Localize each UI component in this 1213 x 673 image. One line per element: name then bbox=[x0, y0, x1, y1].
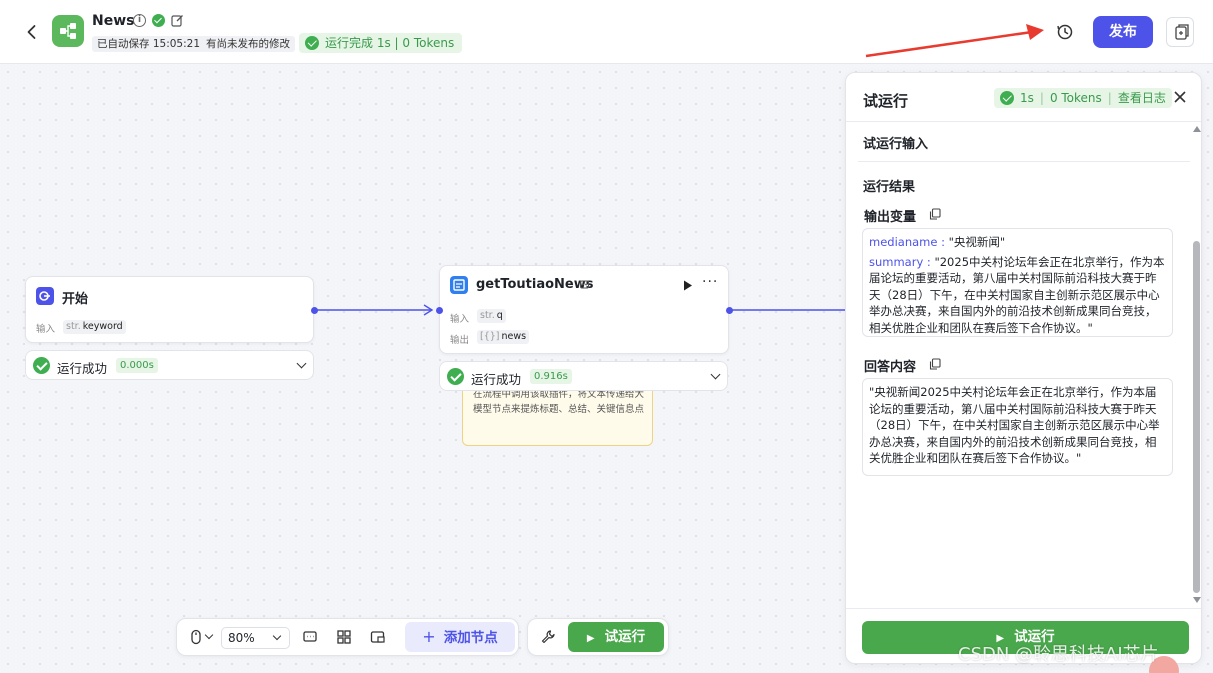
plugin-status-text: 运行成功 bbox=[471, 372, 522, 387]
layout-icon[interactable] bbox=[336, 629, 352, 645]
copy-icon[interactable] bbox=[929, 208, 941, 220]
minimap-icon[interactable] bbox=[370, 629, 386, 645]
var-key: medianame : bbox=[869, 235, 945, 249]
status-time: 1s bbox=[1020, 91, 1034, 105]
start-node[interactable]: 开始 输入 str. keyword bbox=[25, 276, 314, 343]
status-tokens: 0 Tokens bbox=[1049, 91, 1102, 105]
output-vars-box: medianame : "央视新闻" summary : "2025中关村论坛年… bbox=[862, 228, 1173, 337]
start-status-bar[interactable]: 运行成功 0.000s bbox=[25, 350, 314, 380]
plugin-badge-icon bbox=[579, 280, 590, 289]
chevron-down-icon bbox=[272, 631, 282, 641]
start-icon bbox=[36, 287, 54, 305]
chevron-down-icon[interactable] bbox=[204, 630, 214, 640]
answer-box: "央视新闻2025中关村论坛年会正在北京举行，作为本届论坛的重要活动，第八届中关… bbox=[862, 378, 1173, 476]
result-section-title: 运行结果 bbox=[863, 180, 916, 195]
zoom-value: 80% bbox=[228, 631, 255, 645]
watermark: CSDN @聆思科技AI芯片 bbox=[958, 644, 1159, 665]
input-chip: str. keyword bbox=[63, 320, 126, 334]
more-icon[interactable]: ··· bbox=[702, 274, 718, 290]
start-time-tag: 0.000s bbox=[116, 358, 158, 373]
success-check-icon bbox=[447, 368, 464, 385]
comment-icon[interactable] bbox=[302, 629, 318, 645]
panel-title: 试运行 bbox=[863, 92, 909, 110]
plugin-node[interactable]: getToutiaoNews ··· 输入 str. q 输出 [{}] news bbox=[439, 265, 729, 354]
close-button[interactable] bbox=[1172, 89, 1188, 105]
plugin-output-port[interactable] bbox=[726, 307, 733, 314]
view-log-link[interactable]: 查看日志 bbox=[1118, 88, 1166, 108]
success-check-icon bbox=[1000, 91, 1014, 105]
trial-run-panel: 试运行 1s | 0 Tokens | 查看日志 试运行输入 运行结果 输出变量 me… bbox=[845, 72, 1202, 664]
input-chip: str. q bbox=[477, 309, 506, 323]
start-output-port[interactable] bbox=[311, 307, 318, 314]
scrollbar-thumb[interactable] bbox=[1193, 241, 1200, 593]
plugin-icon bbox=[450, 276, 468, 294]
input-label: 输入 bbox=[36, 324, 56, 335]
panel-status-pill: 1s | 0 Tokens | 查看日志 bbox=[994, 88, 1172, 108]
scroll-up-icon[interactable] bbox=[1193, 126, 1201, 132]
answer-title: 回答内容 bbox=[864, 360, 917, 375]
wrench-icon[interactable] bbox=[540, 629, 556, 645]
divider bbox=[858, 161, 1190, 162]
plugin-node-title: getToutiaoNews bbox=[476, 277, 594, 292]
copy-icon[interactable] bbox=[929, 358, 941, 370]
var-value: "央视新闻" bbox=[948, 235, 1006, 249]
play-icon[interactable] bbox=[683, 280, 693, 291]
plus-icon: + bbox=[422, 627, 436, 646]
input-section-title[interactable]: 试运行输入 bbox=[863, 133, 928, 152]
mouse-icon[interactable] bbox=[188, 629, 204, 645]
divider bbox=[846, 608, 1201, 609]
output-label: 输出 bbox=[450, 335, 470, 346]
success-check-icon bbox=[33, 357, 50, 374]
plugin-status-bar[interactable]: 运行成功 0.916s bbox=[439, 361, 728, 391]
trial-run-button[interactable]: ▶ 试运行 bbox=[568, 622, 664, 652]
var-key: summary : bbox=[869, 254, 931, 269]
start-node-title: 开始 bbox=[62, 292, 89, 307]
output-vars-title: 输出变量 bbox=[864, 210, 917, 225]
chevron-down-icon bbox=[296, 358, 307, 369]
plugin-time-tag: 0.916s bbox=[530, 369, 572, 384]
close-icon bbox=[1174, 91, 1186, 103]
zoom-select[interactable]: 80% bbox=[221, 627, 290, 649]
plugin-input-port[interactable] bbox=[436, 307, 443, 314]
output-chip: [{}] news bbox=[477, 330, 530, 344]
play-icon: ▶ bbox=[586, 633, 595, 644]
add-node-button[interactable]: + 添加节点 bbox=[405, 622, 515, 652]
divider bbox=[846, 121, 1201, 122]
start-status-text: 运行成功 bbox=[57, 361, 108, 376]
scroll-down-icon[interactable] bbox=[1193, 597, 1201, 603]
input-label: 输入 bbox=[450, 314, 470, 325]
trial-run-label: 试运行 bbox=[604, 629, 646, 645]
add-node-label: 添加节点 bbox=[443, 630, 498, 646]
chevron-down-icon bbox=[710, 369, 721, 380]
